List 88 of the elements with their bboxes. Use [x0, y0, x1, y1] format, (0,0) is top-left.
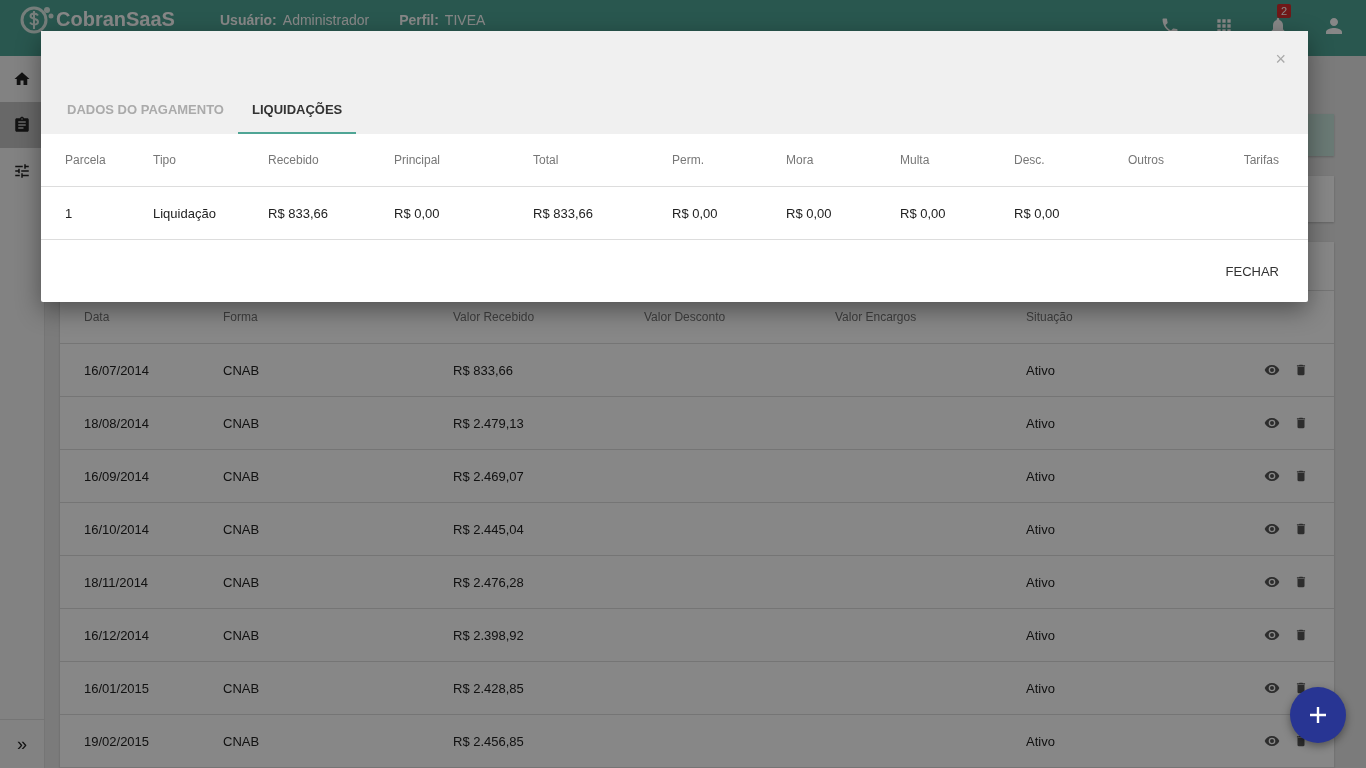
delete-icon[interactable]: [1294, 681, 1308, 695]
delete-icon[interactable]: [1294, 469, 1308, 483]
table-cell-text: R$ 0,00: [1014, 205, 1061, 221]
column-header: Valor Recebido: [453, 310, 536, 324]
view-icon[interactable]: [1264, 627, 1280, 643]
view-icon[interactable]: [1264, 574, 1280, 590]
table-cell-text: 16/07/2014: [84, 362, 151, 378]
table-cell-text: Liquidação: [153, 205, 217, 221]
table-cell-text: 16/01/2015: [84, 680, 151, 696]
profile-label: Perfil:: [399, 12, 439, 28]
table-cell-text: CNAB: [223, 468, 261, 484]
table-cell-text: Ativo: [1026, 415, 1056, 431]
table-cell-text: CNAB: [223, 521, 261, 537]
user-name: Administrador: [282, 12, 370, 28]
delete-icon[interactable]: [1294, 522, 1308, 536]
table-cell-text: CNAB: [223, 627, 261, 643]
view-icon[interactable]: [1264, 521, 1280, 537]
column-header: Desc.: [1014, 153, 1046, 167]
view-icon[interactable]: [1264, 468, 1280, 484]
home-icon: [13, 70, 31, 88]
column-header: Tipo: [153, 153, 177, 167]
column-header: Principal: [394, 153, 442, 167]
column-header: Valor Desconto: [644, 310, 727, 324]
table-cell-text: CNAB: [223, 574, 261, 590]
table-cell-text: R$ 2.456,85: [453, 733, 525, 749]
table-cell-text: Ativo: [1026, 574, 1056, 590]
expand-button[interactable]: »: [0, 720, 44, 768]
table-cell-text: R$ 2.479,13: [453, 415, 525, 431]
delete-icon[interactable]: [1294, 575, 1308, 589]
column-header: Multa: [900, 153, 931, 167]
table-cell-text: R$ 833,66: [453, 362, 514, 378]
delete-icon[interactable]: [1294, 416, 1308, 430]
table-cell-text: Ativo: [1026, 521, 1056, 537]
table-cell-text: R$ 0,00: [786, 205, 833, 221]
column-header: Tarifas: [1242, 153, 1279, 167]
column-header: Perm.: [672, 153, 705, 167]
column-header: Valor Encargos: [835, 310, 918, 324]
table-cell-text: 16/10/2014: [84, 521, 151, 537]
table-cell-text: 16/09/2014: [84, 468, 151, 484]
table-cell-text: R$ 0,00: [900, 205, 947, 221]
table-cell-text: R$ 833,66: [268, 205, 329, 221]
table-cell-text: R$ 2.476,28: [453, 574, 525, 590]
app-logo: CobranSaaS: [56, 7, 175, 31]
table-cell-text: R$ 0,00: [394, 205, 441, 221]
user-label: Usuário:: [220, 12, 277, 28]
plus-icon: [1308, 705, 1328, 725]
table-cell-text: R$ 2.428,85: [453, 680, 525, 696]
delete-icon[interactable]: [1294, 628, 1308, 642]
column-header: Mora: [786, 153, 815, 167]
table-cell-text: R$ 833,66: [533, 205, 594, 221]
table-cell-text: CNAB: [223, 362, 261, 378]
notification-badge: 2: [1277, 4, 1292, 18]
nav-item[interactable]: [0, 102, 44, 148]
sliders-icon: [13, 162, 31, 180]
view-icon[interactable]: [1264, 362, 1280, 378]
clipboard-icon: [13, 116, 31, 134]
table-cell-text: 16/12/2014: [84, 627, 151, 643]
table-cell-text: 18/11/2014: [84, 574, 150, 590]
column-header: Forma: [223, 310, 259, 324]
table-cell-text: CNAB: [223, 415, 261, 431]
profile-name: TIVEA: [444, 12, 486, 28]
view-icon[interactable]: [1264, 680, 1280, 696]
close-button[interactable]: FECHAR: [1216, 255, 1288, 287]
table-cell-text: R$ 2.469,07: [453, 468, 525, 484]
delete-icon[interactable]: [1294, 363, 1308, 377]
table-cell-text: R$ 0,00: [672, 205, 719, 221]
column-header: Situação: [1026, 310, 1074, 324]
tab[interactable]: LIQUIDAÇÕES: [238, 86, 357, 134]
column-header: Total: [533, 153, 560, 167]
table-cell-text: Ativo: [1026, 733, 1056, 749]
table-cell-text: R$ 2.445,04: [453, 521, 525, 537]
view-icon[interactable]: [1264, 415, 1280, 431]
table-cell-text: Ativo: [1026, 362, 1056, 378]
table-cell-text: 1: [65, 205, 74, 221]
table-cell-text: Ativo: [1026, 627, 1056, 643]
view-icon[interactable]: [1264, 733, 1280, 749]
table-cell-text: Ativo: [1026, 680, 1056, 696]
table-cell-text: CNAB: [223, 680, 261, 696]
table-cell-text: 19/02/2015: [84, 733, 151, 749]
table-cell-text: CNAB: [223, 733, 261, 749]
column-header: Recebido: [268, 153, 320, 167]
column-header: Data: [84, 310, 111, 324]
dollar-coin-icon: [20, 4, 54, 34]
column-header: Outros: [1128, 153, 1165, 167]
column-header: Parcela: [65, 153, 107, 167]
table-cell-text: 18/08/2014: [84, 415, 151, 431]
table-cell-text: Ativo: [1026, 468, 1056, 484]
table-cell-text: R$ 2.398,92: [453, 627, 525, 643]
